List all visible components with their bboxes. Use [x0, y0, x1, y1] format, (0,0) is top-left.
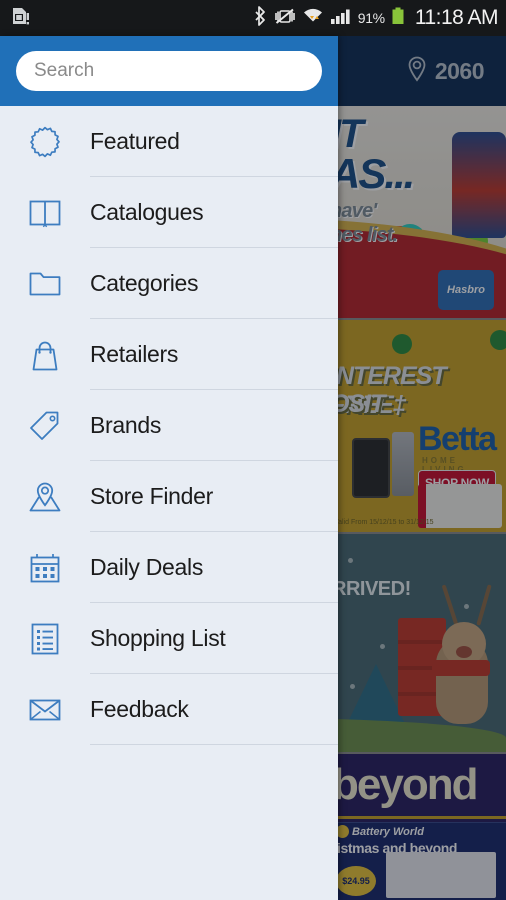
card4-price-badge: $24.95 — [336, 866, 376, 896]
shopping-bag-icon — [18, 338, 72, 372]
status-bar-right: 91% 11:18 AM — [255, 5, 499, 31]
sidebar-item-daily-deals[interactable]: Daily Deals — [0, 532, 338, 603]
bluetooth-icon — [255, 5, 268, 31]
card2-blender-product — [392, 432, 414, 496]
card2-tablet-product — [352, 438, 390, 498]
card2-headline-2: OSIT — [330, 390, 385, 418]
calendar-icon — [18, 552, 72, 584]
sidebar-item-label: Feedback — [90, 696, 189, 722]
card1-headline-2: AS... — [330, 150, 415, 197]
card2-bauble-right — [490, 330, 506, 350]
cellular-signal-icon — [330, 6, 352, 31]
sidebar-item-store-finder[interactable]: Store Finder — [0, 461, 338, 532]
sidebar-item-label: Store Finder — [90, 483, 213, 509]
postcode-label[interactable]: 2060 — [435, 58, 485, 85]
status-bar: 91% 11:18 AM — [0, 0, 506, 36]
sidebar-item-categories[interactable]: Categories — [0, 248, 338, 319]
phone-screen: 91% 11:18 AM 2060 IT AS... have' nes lis… — [0, 0, 506, 900]
sidebar-item-label: Shopping List — [90, 625, 226, 651]
card2-brand-logo: Betta — [418, 420, 497, 458]
location-pin-icon[interactable] — [406, 55, 428, 88]
map-pin-icon — [18, 481, 72, 513]
wifi-transfer-icon — [302, 6, 324, 31]
sidebar-item-brands[interactable]: Brands — [0, 390, 338, 461]
sidebar-item-catalogues[interactable]: Catalogues — [0, 177, 338, 248]
envelope-icon — [18, 697, 72, 723]
open-book-icon — [18, 197, 72, 229]
card3-snow-2 — [464, 604, 469, 609]
sidebar-item-feedback[interactable]: Feedback — [0, 674, 338, 745]
card3-reindeer-nose — [456, 646, 472, 658]
card3-snow-3 — [380, 644, 385, 649]
battery-full-icon — [391, 6, 405, 31]
card3-snow-1 — [348, 558, 353, 563]
drawer-search-header — [0, 36, 338, 106]
price-tag-icon — [18, 409, 72, 443]
card4-rule — [330, 816, 506, 819]
card4-brand-label: Battery World — [352, 826, 424, 838]
sidebar-item-label: Brands — [90, 412, 162, 438]
folder-icon — [18, 269, 72, 299]
sidebar-item-label: Daily Deals — [90, 554, 204, 580]
card4-product-image — [386, 852, 496, 898]
card2-bauble-left — [392, 334, 412, 354]
list-divider — [90, 744, 338, 745]
sidebar-item-retailers[interactable]: Retailers — [0, 319, 338, 390]
card4-headline: beyond — [332, 760, 478, 809]
card1-robot-toy — [452, 132, 506, 238]
sim-card-alert-icon — [12, 6, 30, 31]
sidebar-item-label: Retailers — [90, 341, 179, 367]
search-input[interactable] — [16, 51, 322, 91]
card1-sub-2: nes list. — [330, 224, 398, 246]
drawer-menu-list: Featured Catalogues Categories Retailers… — [0, 106, 338, 745]
card3-antler-right — [476, 584, 492, 626]
sidebar-item-label: Categories — [90, 270, 199, 296]
vibrate-off-icon — [274, 6, 296, 31]
card2-fine-print: Valid From 15/12/15 to 31/12/15 — [334, 519, 434, 526]
list-document-icon — [18, 622, 72, 656]
sidebar-item-label: Featured — [90, 128, 180, 154]
card3-headline: RRIVED! — [332, 578, 411, 600]
status-bar-left — [12, 6, 30, 31]
sidebar-item-label: Catalogues — [90, 199, 204, 225]
card1-brand-logo: Hasbro — [438, 270, 494, 310]
status-bar-clock: 11:18 AM — [414, 6, 499, 29]
sidebar-item-shopping-list[interactable]: Shopping List — [0, 603, 338, 674]
card3-reindeer-scarf — [432, 660, 490, 676]
card3-christmas-tree — [346, 664, 406, 726]
sidebar-item-featured[interactable]: Featured — [0, 106, 338, 177]
navigation-drawer: Featured Catalogues — [0, 36, 338, 900]
battery-percent-label: 91% — [357, 10, 385, 26]
starburst-icon — [18, 125, 72, 159]
